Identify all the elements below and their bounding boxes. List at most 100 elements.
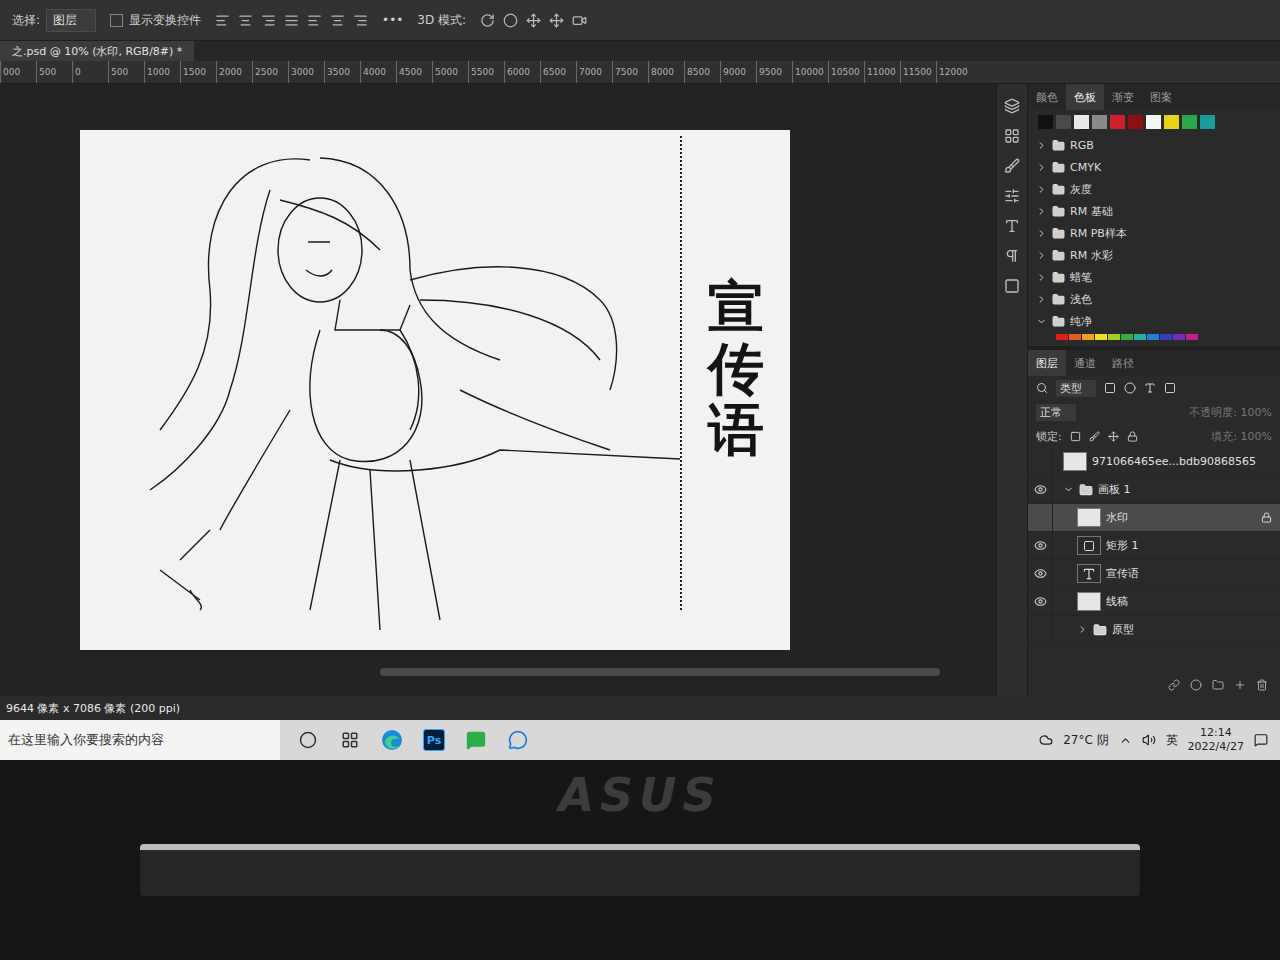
swatch[interactable]: [1082, 334, 1094, 340]
task-view-button[interactable]: [336, 726, 364, 754]
chevron-right-icon[interactable]: [1036, 140, 1047, 151]
transform-controls[interactable]: 显示变换控件: [110, 12, 201, 29]
swatch[interactable]: [1069, 334, 1081, 340]
swatch[interactable]: [1095, 334, 1107, 340]
visibility-toggle[interactable]: [1028, 448, 1053, 475]
layer-row[interactable]: 矩形 1: [1028, 532, 1280, 560]
chevron-down-icon[interactable]: [1063, 484, 1074, 495]
layer-row[interactable]: 971066465ee...bdb90868565: [1028, 448, 1280, 476]
panel-tab[interactable]: 图层: [1028, 350, 1066, 376]
filter-select[interactable]: 类型: [1056, 380, 1096, 397]
swatch[interactable]: [1134, 334, 1146, 340]
panel-tab[interactable]: 通道: [1066, 350, 1104, 376]
swatch-group[interactable]: CMYK: [1028, 156, 1280, 178]
taskbar-search[interactable]: 在这里输入你要搜索的内容: [0, 720, 280, 760]
swatch[interactable]: [1200, 115, 1215, 129]
chevron-right-icon[interactable]: [1036, 162, 1047, 173]
swatch[interactable]: [1121, 334, 1133, 340]
swatch-group[interactable]: RM 基础: [1028, 200, 1280, 222]
more-button[interactable]: •••: [382, 13, 403, 27]
align-left-icon[interactable]: [215, 13, 230, 28]
transform-checkbox[interactable]: [110, 14, 123, 27]
rotate-icon[interactable]: [480, 13, 495, 28]
swatch[interactable]: [1038, 115, 1053, 129]
panel-tab[interactable]: 颜色: [1028, 84, 1066, 110]
visibility-toggle[interactable]: [1028, 588, 1053, 615]
ime-indicator[interactable]: 英: [1166, 732, 1178, 749]
eye-icon[interactable]: [1034, 567, 1047, 580]
swatch-group[interactable]: RGB: [1028, 134, 1280, 156]
select-dropdown[interactable]: 图层: [46, 9, 96, 32]
swatch[interactable]: [1147, 334, 1159, 340]
swatch[interactable]: [1108, 334, 1120, 340]
swatch-group[interactable]: RM 水彩: [1028, 244, 1280, 266]
chevron-right-icon[interactable]: [1036, 294, 1047, 305]
swatch-group[interactable]: 浅色: [1028, 288, 1280, 310]
tray-expand-icon[interactable]: [1119, 734, 1132, 747]
drag-icon[interactable]: [526, 13, 541, 28]
chevron-down-icon[interactable]: [1036, 316, 1047, 327]
eye-icon[interactable]: [1034, 483, 1047, 496]
roll-icon[interactable]: [503, 13, 518, 28]
swatch[interactable]: [1056, 115, 1071, 129]
visibility-toggle[interactable]: [1028, 532, 1053, 559]
swatch[interactable]: [1074, 115, 1089, 129]
visibility-toggle[interactable]: [1028, 504, 1053, 531]
horizontal-scrollbar[interactable]: [380, 668, 940, 676]
paragraph-icon[interactable]: [1004, 248, 1020, 264]
align-right-icon[interactable]: [261, 13, 276, 28]
document-tab[interactable]: 之.psd @ 10% (水印, RGB/8#) *: [0, 41, 194, 61]
swatch[interactable]: [1182, 115, 1197, 129]
layer-row[interactable]: 水印: [1028, 504, 1280, 532]
swatch-group[interactable]: RM PB样本: [1028, 222, 1280, 244]
artboard[interactable]: 宣传语: [80, 130, 790, 650]
layer-row[interactable]: 原型: [1028, 616, 1280, 644]
swatch[interactable]: [1164, 115, 1179, 129]
eye-icon[interactable]: [1034, 539, 1047, 552]
panel-tab[interactable]: 路径: [1104, 350, 1142, 376]
new-layer-icon[interactable]: [1234, 679, 1246, 691]
character-icon[interactable]: [1004, 218, 1020, 234]
glyph-icon[interactable]: [1004, 278, 1020, 294]
new-group-icon[interactable]: [1212, 679, 1224, 691]
mask-icon[interactable]: [1190, 679, 1202, 691]
brush-icon[interactable]: [1004, 158, 1020, 174]
notification-icon[interactable]: [1254, 733, 1268, 747]
adjust-icon[interactable]: [1004, 188, 1020, 204]
chevron-right-icon[interactable]: [1036, 250, 1047, 261]
chevron-right-icon[interactable]: [1036, 184, 1047, 195]
history-icon[interactable]: [1004, 98, 1020, 114]
chevron-right-icon[interactable]: [1036, 272, 1047, 283]
panel-tab[interactable]: 色板: [1066, 84, 1104, 110]
lock-paint-icon[interactable]: [1089, 431, 1100, 442]
visibility-toggle[interactable]: [1028, 476, 1053, 503]
chevron-right-icon[interactable]: [1036, 228, 1047, 239]
type-filter-icon[interactable]: [1144, 382, 1156, 394]
swatch[interactable]: [1092, 115, 1107, 129]
swatch[interactable]: [1110, 115, 1125, 129]
cortana-button[interactable]: [294, 726, 322, 754]
align-bottom-icon[interactable]: [353, 13, 368, 28]
swatch[interactable]: [1146, 115, 1161, 129]
distribute-icon[interactable]: [284, 13, 299, 28]
swatch-group[interactable]: 纯净: [1028, 310, 1280, 332]
properties-icon[interactable]: [1004, 128, 1020, 144]
swatch[interactable]: [1173, 334, 1185, 340]
swatch[interactable]: [1128, 115, 1143, 129]
volume-icon[interactable]: [1142, 733, 1156, 747]
visibility-toggle[interactable]: [1028, 560, 1053, 587]
adjust-filter-icon[interactable]: [1124, 382, 1136, 394]
opacity-field[interactable]: 不透明度: 100%: [1189, 405, 1272, 420]
link-icon[interactable]: [1168, 679, 1180, 691]
taskbar-app[interactable]: [462, 726, 490, 754]
taskbar-app[interactable]: Ps: [420, 726, 448, 754]
swatch[interactable]: [1186, 334, 1198, 340]
shape-filter-icon[interactable]: [1164, 382, 1176, 394]
slide-icon[interactable]: [549, 13, 564, 28]
swatch[interactable]: [1160, 334, 1172, 340]
lock-pixels-icon[interactable]: [1070, 431, 1081, 442]
swatch[interactable]: [1056, 334, 1068, 340]
blend-select[interactable]: 正常: [1036, 404, 1076, 421]
chevron-right-icon[interactable]: [1077, 624, 1088, 635]
align-top-icon[interactable]: [307, 13, 322, 28]
